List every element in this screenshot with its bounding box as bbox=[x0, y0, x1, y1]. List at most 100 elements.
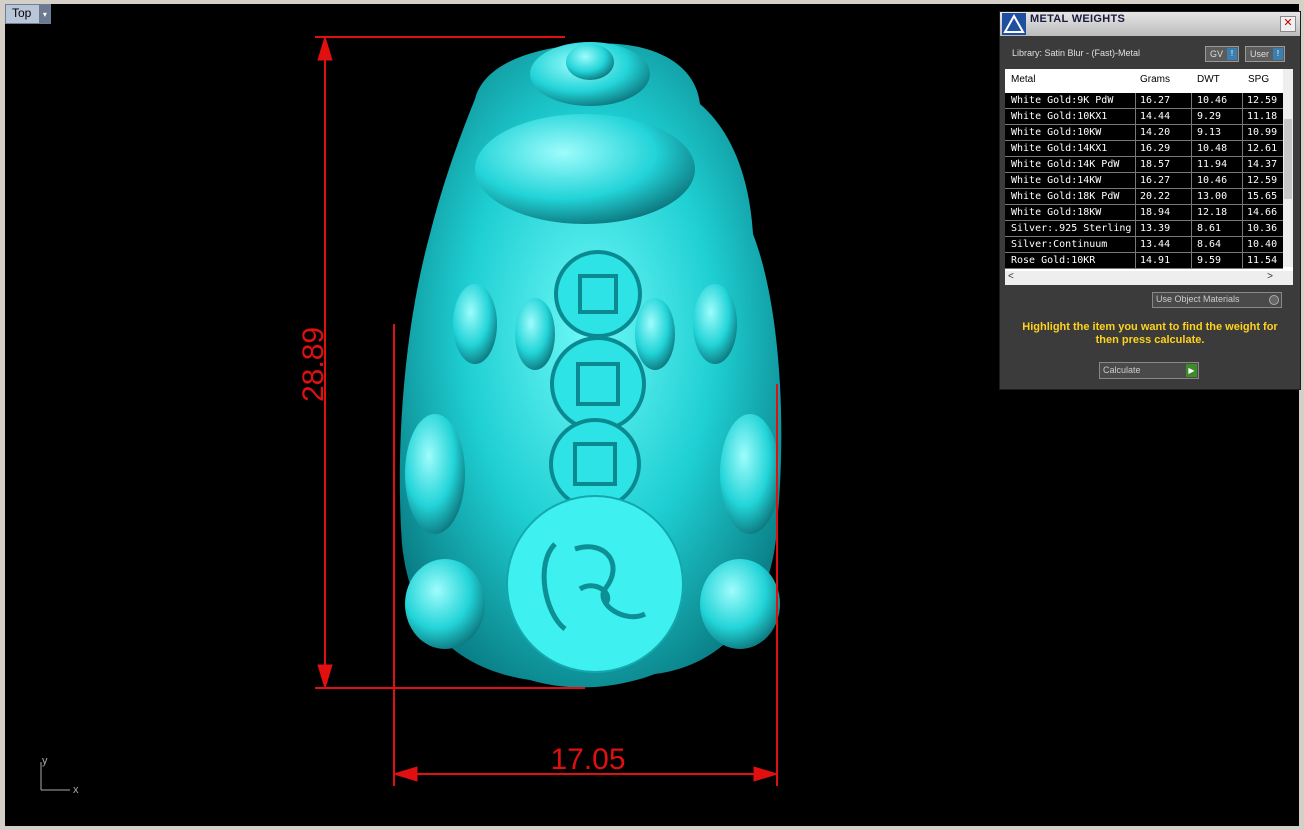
column-divider bbox=[1135, 205, 1136, 220]
scroll-left-icon[interactable]: < bbox=[1008, 271, 1014, 282]
calculate-button[interactable]: Calculate ▶ bbox=[1099, 362, 1199, 379]
table-row[interactable]: White Gold:10KX1 14.44 9.29 11.18 bbox=[1005, 109, 1283, 125]
column-divider bbox=[1191, 173, 1192, 188]
table-row[interactable]: White Gold:9K PdW 16.27 10.46 12.59 bbox=[1005, 93, 1283, 109]
axis-y-label: y bbox=[42, 755, 48, 767]
instruction-text: Highlight the item you want to find the … bbox=[1022, 321, 1278, 346]
spg-cell: 10.36 bbox=[1247, 223, 1278, 234]
metal-cell: Silver:.925 Sterling bbox=[1011, 223, 1132, 234]
table-row[interactable]: White Gold:14K PdW 18.57 11.94 14.37 bbox=[1005, 157, 1283, 173]
grams-cell: 14.44 bbox=[1140, 111, 1171, 122]
view-name: Top bbox=[12, 6, 32, 20]
column-divider bbox=[1135, 173, 1136, 188]
table-row[interactable]: Silver:Continuum 13.44 8.64 10.40 bbox=[1005, 237, 1283, 253]
grams-cell: 16.27 bbox=[1140, 95, 1171, 106]
column-header-metal[interactable]: Metal bbox=[1011, 74, 1035, 85]
column-header-spg[interactable]: SPG bbox=[1248, 74, 1269, 85]
dwt-cell: 8.61 bbox=[1197, 223, 1222, 234]
spg-cell: 11.54 bbox=[1247, 255, 1278, 266]
column-divider bbox=[1191, 221, 1192, 236]
viewport-title-tab[interactable]: Top ▾ bbox=[5, 4, 52, 24]
metal-cell: White Gold:14K PdW bbox=[1011, 159, 1120, 170]
column-header-grams[interactable]: Grams bbox=[1140, 74, 1170, 85]
column-divider bbox=[1242, 109, 1243, 124]
chevron-down-icon[interactable]: ▾ bbox=[39, 5, 51, 23]
table-row[interactable]: White Gold:14KW 16.27 10.46 12.59 bbox=[1005, 173, 1283, 189]
gv-toggle-label: GV bbox=[1210, 49, 1224, 59]
column-divider bbox=[1135, 157, 1136, 172]
gv-toggle[interactable]: GV ! bbox=[1205, 46, 1240, 62]
spg-cell: 12.59 bbox=[1247, 175, 1278, 186]
library-label: Library: Satin Blur - (Fast)-Metal bbox=[1012, 48, 1141, 58]
table-header: Metal Grams DWT SPG bbox=[1005, 69, 1293, 91]
scroll-right-icon[interactable]: > bbox=[1267, 271, 1273, 282]
column-divider bbox=[1135, 93, 1136, 108]
spg-cell: 15.65 bbox=[1247, 191, 1278, 202]
column-divider bbox=[1135, 237, 1136, 252]
head-crown bbox=[475, 114, 695, 224]
table-rows: White Gold:9K PdW 16.27 10.46 12.59 White Go… bbox=[1005, 93, 1283, 269]
column-divider bbox=[1242, 253, 1243, 268]
table-row[interactable]: White Gold:10KW 14.20 9.13 10.99 bbox=[1005, 125, 1283, 141]
spg-cell: 11.18 bbox=[1247, 111, 1278, 122]
play-icon: ▶ bbox=[1186, 364, 1197, 377]
use-object-materials-option[interactable]: Use Object Materials bbox=[1152, 292, 1282, 308]
metal-cell: White Gold:14KW bbox=[1011, 175, 1102, 186]
close-icon[interactable]: ✕ bbox=[1280, 16, 1296, 32]
grams-cell: 20.22 bbox=[1140, 191, 1171, 202]
dwt-cell: 10.46 bbox=[1197, 95, 1228, 106]
column-divider bbox=[1242, 173, 1243, 188]
user-toggle[interactable]: User ! bbox=[1245, 46, 1286, 62]
grams-cell: 18.57 bbox=[1140, 159, 1171, 170]
horizontal-scrollbar[interactable]: < > bbox=[1005, 271, 1293, 285]
dwt-cell: 13.00 bbox=[1197, 191, 1228, 202]
column-divider bbox=[1135, 141, 1136, 156]
dwt-cell: 12.18 bbox=[1197, 207, 1228, 218]
width-dimension-label: 17.05 bbox=[550, 743, 625, 776]
grams-cell: 13.44 bbox=[1140, 239, 1171, 250]
table-row[interactable]: White Gold:14KX1 16.29 10.48 12.61 bbox=[1005, 141, 1283, 157]
table-row[interactable]: White Gold:18K PdW 20.22 13.00 15.65 bbox=[1005, 189, 1283, 205]
radio-icon[interactable] bbox=[1269, 295, 1279, 305]
column-divider bbox=[1242, 237, 1243, 252]
metal-weights-table[interactable]: Metal Grams DWT SPG White Gold:9K PdW 16.… bbox=[1005, 69, 1293, 285]
panel-title-bar[interactable]: METAL WEIGHTS ✕ bbox=[1000, 12, 1300, 36]
table-row[interactable]: Rose Gold:10KR 14.91 9.59 11.54 bbox=[1005, 253, 1283, 269]
column-divider bbox=[1135, 221, 1136, 236]
column-divider bbox=[1135, 253, 1136, 268]
column-divider bbox=[1191, 157, 1192, 172]
pixiu-pendant-model[interactable] bbox=[399, 42, 782, 688]
use-object-materials-label: Use Object Materials bbox=[1156, 294, 1240, 304]
column-divider bbox=[1191, 141, 1192, 156]
vertical-scrollbar[interactable] bbox=[1283, 69, 1293, 267]
spg-cell: 12.59 bbox=[1247, 95, 1278, 106]
dwt-cell: 9.29 bbox=[1197, 111, 1222, 122]
column-divider bbox=[1242, 141, 1243, 156]
metal-cell: Rose Gold:10KR bbox=[1011, 255, 1096, 266]
column-divider bbox=[1242, 157, 1243, 172]
column-divider bbox=[1135, 109, 1136, 124]
spg-cell: 10.99 bbox=[1247, 127, 1278, 138]
column-divider bbox=[1191, 253, 1192, 268]
grams-cell: 16.29 bbox=[1140, 143, 1171, 154]
metal-cell: White Gold:18KW bbox=[1011, 207, 1102, 218]
column-divider bbox=[1242, 189, 1243, 204]
column-divider bbox=[1135, 125, 1136, 140]
table-row[interactable]: White Gold:18KW 18.94 12.18 14.66 bbox=[1005, 205, 1283, 221]
grams-cell: 16.27 bbox=[1140, 175, 1171, 186]
dwt-cell: 8.64 bbox=[1197, 239, 1222, 250]
column-divider bbox=[1191, 189, 1192, 204]
scroll-thumb[interactable] bbox=[1284, 119, 1292, 199]
column-divider bbox=[1191, 93, 1192, 108]
info-icon: ! bbox=[1273, 48, 1284, 60]
dwt-cell: 11.94 bbox=[1197, 159, 1228, 170]
spg-cell: 12.61 bbox=[1247, 143, 1278, 154]
grams-cell: 18.94 bbox=[1140, 207, 1171, 218]
column-divider bbox=[1191, 109, 1192, 124]
grams-cell: 13.39 bbox=[1140, 223, 1171, 234]
dwt-cell: 10.48 bbox=[1197, 143, 1228, 154]
column-divider bbox=[1242, 205, 1243, 220]
table-row[interactable]: Silver:.925 Sterling 13.39 8.61 10.36 bbox=[1005, 221, 1283, 237]
metal-cell: White Gold:18K PdW bbox=[1011, 191, 1120, 202]
column-header-dwt[interactable]: DWT bbox=[1197, 74, 1220, 85]
